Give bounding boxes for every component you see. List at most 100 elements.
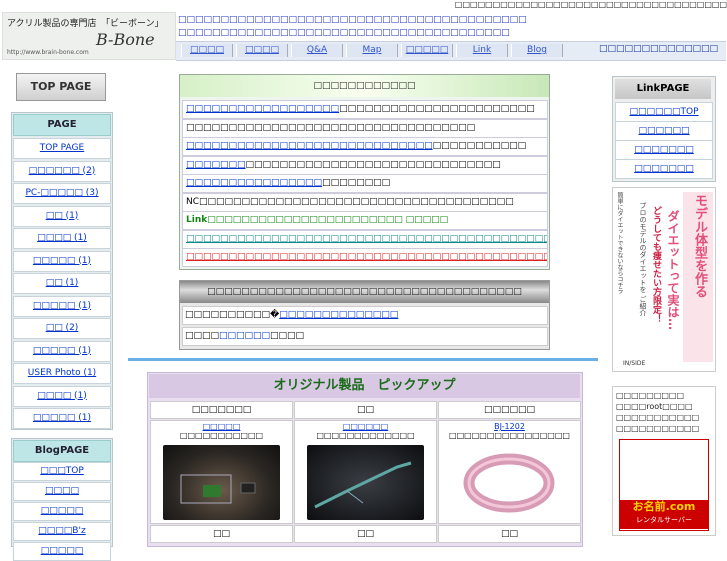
page-item[interactable]: □□□□□□ (2): [13, 160, 111, 182]
blog-item-link[interactable]: □□□□□: [41, 506, 84, 516]
onamae-band: お名前.com レンタルサーバー: [620, 500, 708, 529]
link-item-3[interactable]: □□□□□□□: [615, 140, 713, 160]
nav-item-2[interactable]: □□□□: [236, 44, 288, 57]
product-name-1[interactable]: □□□□□: [151, 422, 292, 431]
info-row-link[interactable]: □□□□□□□□□□□□□□□□: [186, 178, 322, 188]
nav-item-link[interactable]: Link: [456, 44, 508, 57]
product-sub-1: □□□□□□□□□□□: [179, 431, 264, 440]
page-item-link[interactable]: TOP PAGE: [40, 143, 84, 153]
product-name-3[interactable]: BJ-1202: [439, 422, 580, 431]
product-card-2[interactable]: □□□□□□ □□□□□□□□□□□□□: [294, 420, 437, 524]
notice-row-1: □□□□□□□□□□�□□□□□□□□□□□□□□: [182, 306, 548, 325]
page-item[interactable]: □□□□□ (1): [13, 340, 111, 362]
blog-item-link[interactable]: □□□□: [45, 486, 79, 496]
onamae-brand: お名前.com: [632, 500, 696, 513]
page-item-link[interactable]: □□ (1): [46, 278, 79, 288]
blog-item[interactable]: □□□□□: [13, 502, 111, 521]
page-item-link[interactable]: USER Photo (1): [28, 368, 96, 378]
page-item-link[interactable]: □□ (2): [46, 323, 79, 333]
blog-item-link[interactable]: □□□□B'z: [38, 526, 85, 536]
info-row-link[interactable]: □□□□□□□□□□□□□□□□□□□□□□□□□□□□□□□□□□□□□□□□…: [186, 252, 547, 262]
nav-item-qa[interactable]: Q&A: [291, 44, 343, 57]
page-item[interactable]: □□ (1): [13, 273, 111, 294]
link-item-4[interactable]: □□□□□□□: [615, 159, 713, 179]
product-image-2[interactable]: [307, 445, 424, 520]
site-logo[interactable]: アクリル製品の専門店 「ビーボーン」 B-Bone http://www.bra…: [2, 12, 176, 60]
page-item-link[interactable]: □□□□□ (1): [33, 301, 91, 311]
page-item[interactable]: □□□□□ (1): [13, 408, 111, 429]
info-row-text: □□□□□□□□□□□□□□□□□□□□□□□ □□□□□: [207, 215, 449, 225]
blog-panel: BlogPAGE □□□TOP □□□□ □□□□□ □□□□B'z □□□□□: [11, 438, 113, 561]
product-label-3: □□: [438, 525, 581, 543]
page-item-link[interactable]: □□□□□ (1): [33, 346, 91, 356]
product-image-3[interactable]: [451, 445, 568, 520]
link-panel: LinkPAGE □□□□□□TOP □□□□□□ □□□□□□□ □□□□□□…: [612, 76, 716, 182]
info-row-text: □□□□□□□□□□□: [432, 141, 527, 151]
page-item[interactable]: □□□□ (1): [13, 385, 111, 407]
ad-red-text: どうしても痩せたい方限定！: [651, 206, 661, 323]
diet-ad-banner[interactable]: モデル体型を作る ダイエットって実は… どうしても痩せたい方限定！ プロのモデル…: [612, 187, 716, 372]
link-item-2-label[interactable]: □□□□□□: [638, 126, 689, 136]
notice-row-1-link[interactable]: □□□□□□□□□□□□□□: [279, 310, 398, 320]
page-item[interactable]: □□ (2): [13, 318, 111, 339]
ad-headline: モデル体型を作る: [692, 194, 707, 298]
page-item[interactable]: USER Photo (1): [13, 363, 111, 384]
blog-item[interactable]: □□□TOP: [13, 462, 111, 481]
product-category-2: □□: [294, 401, 437, 419]
page-item-link[interactable]: □□□□□ (1): [33, 413, 91, 423]
page-item-link[interactable]: □□□□ (1): [37, 391, 87, 401]
page-item[interactable]: □□ (1): [13, 205, 111, 227]
product-name-2[interactable]: □□□□□□: [295, 422, 436, 431]
link-item-1[interactable]: □□□□□□TOP: [615, 102, 713, 122]
info-row-link[interactable]: □□□□□□□□□□□□□□□□□□□□□□□□□□□□□□□□□□□□□□□□…: [186, 234, 547, 244]
nav-item-blog[interactable]: Blog: [511, 44, 563, 57]
page-item-link[interactable]: □□□□ (1): [37, 233, 87, 243]
info-row: NC□□□□□□□□□□□□□□□□□□□□□□□□□□□□□□□□□□□□□: [182, 192, 548, 212]
link-item-2[interactable]: □□□□□□: [615, 121, 713, 141]
page-item[interactable]: □□□□ (1): [13, 228, 111, 249]
server-ad-panel: □□□□□□□□□ □□□□root□□□□ □□□□□□□□□□□ □□□□□…: [612, 386, 716, 536]
page-item[interactable]: TOP PAGE: [13, 138, 111, 159]
blog-item[interactable]: □□□□: [13, 482, 111, 501]
product-image-1[interactable]: [163, 445, 280, 520]
product-category-3: □□□□□□: [438, 401, 581, 419]
notice-row-2-link[interactable]: □□□□□□: [219, 331, 270, 341]
product-label-2: □□: [294, 525, 437, 543]
info-row-text: □□□□□□□□: [322, 178, 391, 188]
page-panel: PAGE TOP PAGE □□□□□□ (2) PC-□□□□□ (3) □□ (1…: [11, 112, 113, 430]
link-item-3-label[interactable]: □□□□□□□: [634, 145, 694, 155]
blog-item-link[interactable]: □□□□□: [41, 546, 84, 556]
page-item[interactable]: □□□□□ (1): [13, 295, 111, 317]
blog-item-link[interactable]: □□□TOP: [40, 466, 84, 476]
info-row-link[interactable]: □□□□□□□□□□□□□□□□□□□□□□□□□□□□□: [186, 141, 433, 151]
nav-item-5[interactable]: □□□□□: [401, 44, 453, 57]
product-card-1[interactable]: □□□□□ □□□□□□□□□□□: [150, 420, 293, 524]
page-item[interactable]: PC-□□□□□ (3): [13, 183, 111, 204]
page-item-link[interactable]: □□ (1): [46, 211, 79, 221]
product-pickup-title: オリジナル製品 ピックアップ: [149, 374, 580, 398]
blog-item[interactable]: □□□□B'z: [13, 522, 111, 541]
onamae-banner[interactable]: お名前.com レンタルサーバー: [619, 439, 709, 531]
info-row-link[interactable]: □□□□□□□: [186, 160, 246, 170]
product-pickup: オリジナル製品 ピックアップ □□□□□□□ □□ □□□□□□ □□□□□ □…: [147, 372, 583, 547]
page-item[interactable]: □□□□□ (1): [13, 250, 111, 272]
info-row-link[interactable]: Link: [186, 215, 207, 225]
link-item-1-label[interactable]: □□□□□□TOP: [629, 107, 698, 117]
nav-item-map[interactable]: Map: [346, 44, 398, 57]
info-row-link[interactable]: □□□□□□□□□□□□□□□□□□: [186, 104, 339, 114]
info-row: □□□□□□□□□□□□□□□□□□□□□□□□□□□□□□□□□□□□□□□□…: [182, 100, 548, 119]
page-item-link[interactable]: PC-□□□□□ (3): [25, 188, 98, 198]
link-item-4-label[interactable]: □□□□□□□: [634, 164, 694, 174]
ad-brand: IN/SIDE: [623, 360, 646, 367]
info-box: □□□□□□□□□□□□ □□□□□□□□□□□□□□□□□□□□□□□□□□□…: [179, 74, 550, 270]
page-item-link[interactable]: □□□□□ (1): [33, 256, 91, 266]
page-item-link[interactable]: □□□□□□ (2): [29, 166, 96, 176]
server-ad-text: □□□□□□□□□ □□□□root□□□□ □□□□□□□□□□□ □□□□□…: [616, 391, 700, 433]
info-row: □□□□□□□□□□□□□□□□□□□□□□□□□□□□□□□□□□□□□□□□…: [182, 229, 548, 249]
top-page-button[interactable]: TOP PAGE: [16, 73, 106, 101]
info-row: Link□□□□□□□□□□□□□□□□□□□□□□□ □□□□□: [182, 211, 548, 230]
product-card-3[interactable]: BJ-1202 □□□□□□□□□□□□□□□□: [438, 420, 581, 524]
notice-row-1-prefix: □□□□□□□□□□�: [185, 310, 280, 320]
nav-item-1[interactable]: □□□□: [181, 44, 233, 57]
ad-subheadline: ダイエットって実は…: [666, 210, 680, 330]
